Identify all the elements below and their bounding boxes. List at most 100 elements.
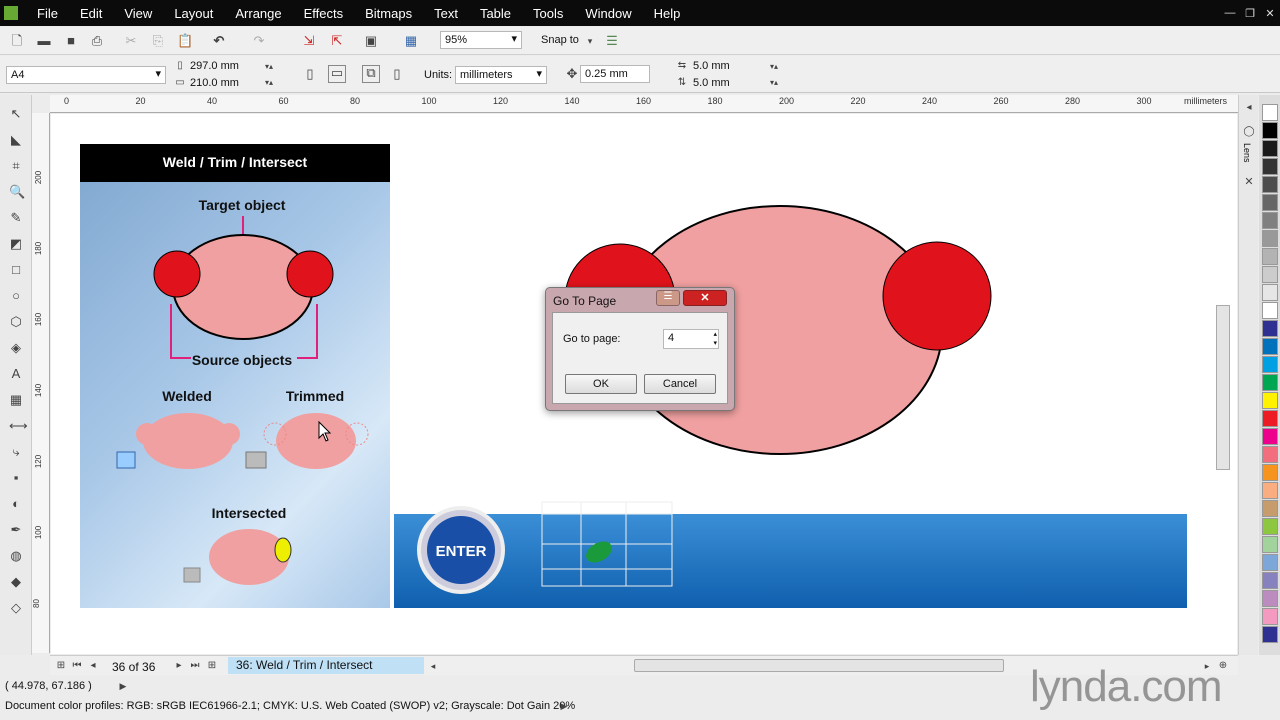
scroll-left-icon[interactable]: ◂: [426, 659, 440, 673]
cancel-button[interactable]: Cancel: [644, 374, 716, 394]
color-swatch[interactable]: [1261, 140, 1278, 157]
print-icon[interactable]: ⎙: [90, 34, 104, 48]
fill-tool-icon[interactable]: ◆: [9, 575, 23, 589]
page-width-field[interactable]: 297.0 mm: [190, 60, 239, 72]
duplicate-x-field[interactable]: 5.0 mm: [693, 60, 730, 72]
shape-tool-icon[interactable]: ◣: [9, 133, 23, 147]
menu-layout[interactable]: Layout: [163, 6, 224, 21]
color-swatch[interactable]: [1261, 320, 1278, 337]
close-docker-icon[interactable]: ✕: [1242, 175, 1256, 189]
color-swatch[interactable]: [1261, 158, 1278, 175]
connector-tool-icon[interactable]: ⤷: [9, 445, 23, 459]
add-page-before-icon[interactable]: ⊞: [54, 659, 68, 673]
page-height-field[interactable]: 210.0 mm: [190, 77, 239, 89]
expand-docker-icon[interactable]: ◂: [1242, 101, 1256, 115]
options-icon[interactable]: ☰: [605, 34, 619, 48]
color-profiles-text[interactable]: Document color profiles: RGB: sRGB IEC61…: [5, 700, 575, 712]
color-swatch[interactable]: [1261, 230, 1278, 247]
import-icon[interactable]: ⇲: [302, 34, 316, 48]
basic-shapes-tool-icon[interactable]: ◈: [9, 341, 23, 355]
snap-to-dropdown[interactable]: Snap to: [541, 34, 579, 46]
color-swatch[interactable]: [1261, 104, 1278, 121]
export-icon[interactable]: ⇱: [330, 34, 344, 48]
ok-button[interactable]: OK: [565, 374, 637, 394]
color-swatch[interactable]: [1261, 410, 1278, 427]
outline-tool-icon[interactable]: ◍: [9, 549, 23, 563]
zoom-level-dropdown[interactable]: 95%: [440, 31, 522, 49]
page-count[interactable]: 36 of 36: [112, 660, 155, 674]
undo-icon[interactable]: ↶: [212, 34, 226, 48]
restore-icon[interactable]: ❐: [1240, 7, 1260, 20]
portrait-icon[interactable]: ▯: [303, 67, 317, 81]
red-circle-right[interactable]: [882, 241, 992, 351]
nudge-distance-field[interactable]: 0.25 mm: [580, 65, 650, 83]
color-swatch[interactable]: [1261, 338, 1278, 355]
chevron-down-icon[interactable]: ▾: [583, 34, 597, 48]
transparency-tool-icon[interactable]: ◐: [9, 497, 23, 511]
color-swatch[interactable]: [1261, 356, 1278, 373]
cut-icon[interactable]: ✂: [124, 34, 138, 48]
add-page-after-icon[interactable]: ⊞: [205, 659, 219, 673]
table-tool-icon[interactable]: ▦: [9, 393, 23, 407]
vertical-ruler[interactable]: 200 180 160 140 120 100 80: [32, 113, 50, 653]
color-swatch[interactable]: [1261, 500, 1278, 517]
zoom-tool-icon[interactable]: 🔍: [9, 185, 25, 199]
menu-tools[interactable]: Tools: [522, 6, 574, 21]
new-icon[interactable]: 🗋: [10, 34, 24, 48]
height-spinner[interactable]: ▾▴: [262, 76, 276, 90]
color-swatch[interactable]: [1261, 482, 1278, 499]
color-swatch[interactable]: [1261, 428, 1278, 445]
color-swatch[interactable]: [1261, 536, 1278, 553]
ellipse-tool-icon[interactable]: ○: [9, 289, 23, 303]
vertical-scrollbar-thumb[interactable]: [1216, 305, 1230, 470]
menu-effects[interactable]: Effects: [293, 6, 355, 21]
polygon-tool-icon[interactable]: ⬡: [9, 315, 23, 329]
profiles-expand-icon[interactable]: ▶: [557, 699, 571, 713]
minimize-icon[interactable]: —: [1220, 7, 1240, 19]
text-tool-icon[interactable]: A: [9, 367, 23, 381]
rectangle-tool-icon[interactable]: □: [9, 263, 23, 277]
go-to-page-input[interactable]: 4 ▴ ▾: [663, 329, 719, 349]
menu-text[interactable]: Text: [423, 6, 469, 21]
menu-arrange[interactable]: Arrange: [224, 6, 292, 21]
color-swatch[interactable]: [1261, 518, 1278, 535]
application-launcher-icon[interactable]: ▣: [364, 34, 378, 48]
welcome-screen-icon[interactable]: ▦: [404, 34, 418, 48]
menu-file[interactable]: File: [26, 6, 69, 21]
crop-tool-icon[interactable]: ⌗: [9, 159, 23, 173]
color-swatch[interactable]: [1261, 608, 1278, 625]
parallel-dimension-tool-icon[interactable]: ⟷: [9, 419, 28, 433]
width-spinner[interactable]: ▾▴: [262, 60, 276, 74]
pick-tool-icon[interactable]: ↖: [9, 107, 23, 121]
open-icon[interactable]: ▬: [37, 34, 51, 48]
color-swatch[interactable]: [1261, 392, 1278, 409]
menu-edit[interactable]: Edit: [69, 6, 113, 21]
dup-x-spinner[interactable]: ▾▴: [767, 60, 781, 74]
next-page-icon[interactable]: ▸: [172, 659, 186, 673]
units-dropdown[interactable]: millimeters: [455, 66, 547, 84]
menu-table[interactable]: Table: [469, 6, 522, 21]
eyedropper-tool-icon[interactable]: ✒: [9, 523, 23, 537]
color-swatch[interactable]: [1261, 572, 1278, 589]
paste-icon[interactable]: 📋: [177, 34, 193, 48]
color-swatch[interactable]: [1261, 266, 1278, 283]
copy-icon[interactable]: ⎘: [151, 34, 165, 48]
menu-view[interactable]: View: [113, 6, 163, 21]
dialog-close-icon[interactable]: ✕: [683, 290, 727, 306]
color-swatch[interactable]: [1261, 176, 1278, 193]
color-swatch[interactable]: [1261, 464, 1278, 481]
menu-window[interactable]: Window: [574, 6, 642, 21]
lens-tab[interactable]: Lens: [1242, 143, 1252, 163]
page-spinner[interactable]: ▴ ▾: [713, 330, 717, 348]
color-swatch[interactable]: [1261, 284, 1278, 301]
color-swatch[interactable]: [1261, 212, 1278, 229]
prev-page-icon[interactable]: ◂: [86, 659, 100, 673]
smart-fill-tool-icon[interactable]: ◩: [9, 237, 23, 251]
interactive-fill-tool-icon[interactable]: ◇: [9, 601, 23, 615]
page-size-dropdown[interactable]: A4: [6, 66, 166, 84]
first-page-icon[interactable]: ⏮: [70, 659, 84, 673]
redo-icon[interactable]: ↷: [252, 34, 266, 48]
menu-bitmaps[interactable]: Bitmaps: [354, 6, 423, 21]
current-page-icon[interactable]: ▯: [390, 67, 404, 81]
landscape-icon[interactable]: ▭: [328, 65, 346, 83]
